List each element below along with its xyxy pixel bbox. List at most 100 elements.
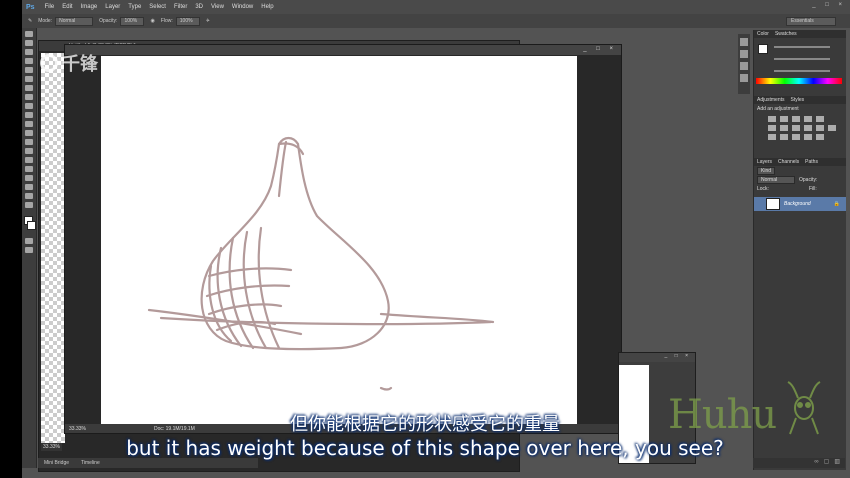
levels-adjustment-icon[interactable] (780, 116, 788, 122)
brush-preset-icon[interactable]: ✎ (28, 18, 32, 24)
character-panel-icon[interactable] (740, 74, 748, 82)
zoom-tool-icon[interactable] (25, 202, 33, 208)
menu-help[interactable]: Help (257, 4, 277, 10)
tab-layers[interactable]: Layers (757, 158, 772, 166)
menu-image[interactable]: Image (77, 4, 102, 10)
exposure-adjustment-icon[interactable] (804, 116, 812, 122)
path-select-tool-icon[interactable] (25, 175, 33, 181)
airbrush-icon[interactable]: ✈ (206, 18, 210, 24)
gradient-map-adjustment-icon[interactable] (804, 134, 812, 140)
quick-select-tool-icon[interactable] (25, 58, 33, 64)
menu-layer[interactable]: Layer (101, 4, 124, 10)
layer-name[interactable]: Background (784, 201, 811, 207)
tab-channels[interactable]: Channels (778, 158, 799, 166)
gradient-tool-icon[interactable] (25, 130, 33, 136)
workspace-select[interactable]: Essentials (786, 17, 836, 26)
menu-view[interactable]: View (207, 4, 228, 10)
opacity-input[interactable]: 100% (120, 16, 145, 26)
screen-mode-icon[interactable] (25, 247, 33, 253)
healing-tool-icon[interactable] (25, 85, 33, 91)
threshold-adjustment-icon[interactable] (792, 134, 800, 140)
left-letterbox (0, 0, 22, 478)
curves-adjustment-icon[interactable] (792, 116, 800, 122)
flow-label: Flow: (160, 18, 173, 24)
panel-foreground-swatch[interactable] (758, 44, 768, 54)
layer-opacity-label: Opacity: (799, 176, 818, 183)
front-document-window[interactable]: _ □ × 33.33% Doc: 19.1M/19.1M (64, 44, 622, 434)
drawing-canvas[interactable] (101, 56, 577, 424)
adjustments-panel-header: Adjustments Styles (754, 96, 846, 104)
eraser-tool-icon[interactable] (25, 121, 33, 127)
subtitle-english: but it has weight because of this shape … (126, 436, 724, 460)
layer-lock-label: Lock: (757, 185, 769, 192)
quick-mask-icon[interactable] (25, 238, 33, 244)
shape-tool-icon[interactable] (25, 184, 33, 190)
properties-panel-icon[interactable] (740, 50, 748, 58)
dodge-tool-icon[interactable] (25, 148, 33, 154)
options-bar: ✎ Mode: Normal Opacity: 100% ◉ Flow: 100… (22, 14, 850, 28)
move-tool-icon[interactable] (25, 31, 33, 37)
tab-paths[interactable]: Paths (805, 158, 818, 166)
hue-saturation-adjustment-icon[interactable] (768, 125, 776, 131)
blue-slider[interactable] (774, 70, 830, 72)
history-brush-tool-icon[interactable] (25, 112, 33, 118)
crop-tool-icon[interactable] (25, 67, 33, 73)
pen-tool-icon[interactable] (25, 157, 33, 163)
mode-select[interactable]: Normal (55, 16, 94, 26)
layer-kind-filter[interactable]: Kind (757, 166, 776, 175)
photo-filter-adjustment-icon[interactable] (804, 125, 812, 131)
menu-file[interactable]: File (41, 4, 59, 10)
pressure-opacity-icon[interactable]: ◉ (150, 18, 154, 24)
selective-color-adjustment-icon[interactable] (816, 134, 824, 140)
red-slider[interactable] (774, 46, 830, 48)
layer-row-background[interactable]: Background 🔒 (754, 197, 846, 211)
menu-filter[interactable]: Filter (170, 4, 191, 10)
color-balance-adjustment-icon[interactable] (780, 125, 788, 131)
lasso-tool-icon[interactable] (25, 49, 33, 55)
transparency-checkerboard (41, 53, 65, 443)
tab-color[interactable]: Color (757, 30, 769, 38)
vibrance-adjustment-icon[interactable] (816, 116, 824, 122)
color-spectrum[interactable] (756, 78, 842, 84)
stamp-tool-icon[interactable] (25, 103, 33, 109)
tools-panel (22, 28, 37, 468)
layers-panel-header: Layers Channels Paths (754, 158, 846, 166)
tab-styles[interactable]: Styles (791, 96, 805, 104)
watermark-circle-icon (40, 54, 58, 72)
tab-timeline[interactable]: Timeline (75, 460, 106, 466)
front-document-titlebar[interactable]: _ □ × (65, 45, 621, 55)
type-tool-icon[interactable] (25, 166, 33, 172)
brush-tool-icon[interactable] (25, 94, 33, 100)
black-white-adjustment-icon[interactable] (792, 125, 800, 131)
document-window-controls[interactable]: _ □ × (583, 46, 617, 52)
menu-edit[interactable]: Edit (58, 4, 76, 10)
menu-type[interactable]: Type (124, 4, 145, 10)
app-window-controls[interactable]: _ □ × (812, 2, 846, 8)
flow-input[interactable]: 100% (175, 16, 200, 26)
color-lookup-adjustment-icon[interactable] (828, 125, 836, 131)
mode-label: Mode: (38, 18, 53, 24)
opacity-label: Opacity: (99, 18, 118, 24)
tab-swatches[interactable]: Swatches (775, 30, 797, 38)
menu-select[interactable]: Select (145, 4, 170, 10)
green-slider[interactable] (774, 58, 830, 60)
channel-mixer-adjustment-icon[interactable] (816, 125, 824, 131)
third-document-controls[interactable]: _ □ × (619, 353, 695, 362)
brightness-adjustment-icon[interactable] (768, 116, 776, 122)
posterize-adjustment-icon[interactable] (780, 134, 788, 140)
onion-sketch (147, 136, 495, 391)
history-panel-icon[interactable] (740, 38, 748, 46)
brush-panel-icon[interactable] (740, 62, 748, 70)
invert-adjustment-icon[interactable] (768, 134, 776, 140)
tab-adjustments[interactable]: Adjustments (757, 96, 785, 104)
layer-blend-mode[interactable]: Normal (757, 175, 795, 184)
menu-window[interactable]: Window (228, 4, 257, 10)
blur-tool-icon[interactable] (25, 139, 33, 145)
marquee-tool-icon[interactable] (25, 40, 33, 46)
tab-mini-bridge[interactable]: Mini Bridge (38, 460, 75, 466)
menu-3d[interactable]: 3D (191, 4, 207, 10)
background-color-swatch[interactable] (27, 221, 36, 230)
hand-tool-icon[interactable] (25, 193, 33, 199)
eyedropper-tool-icon[interactable] (25, 76, 33, 82)
lock-icon: 🔒 (833, 201, 840, 207)
